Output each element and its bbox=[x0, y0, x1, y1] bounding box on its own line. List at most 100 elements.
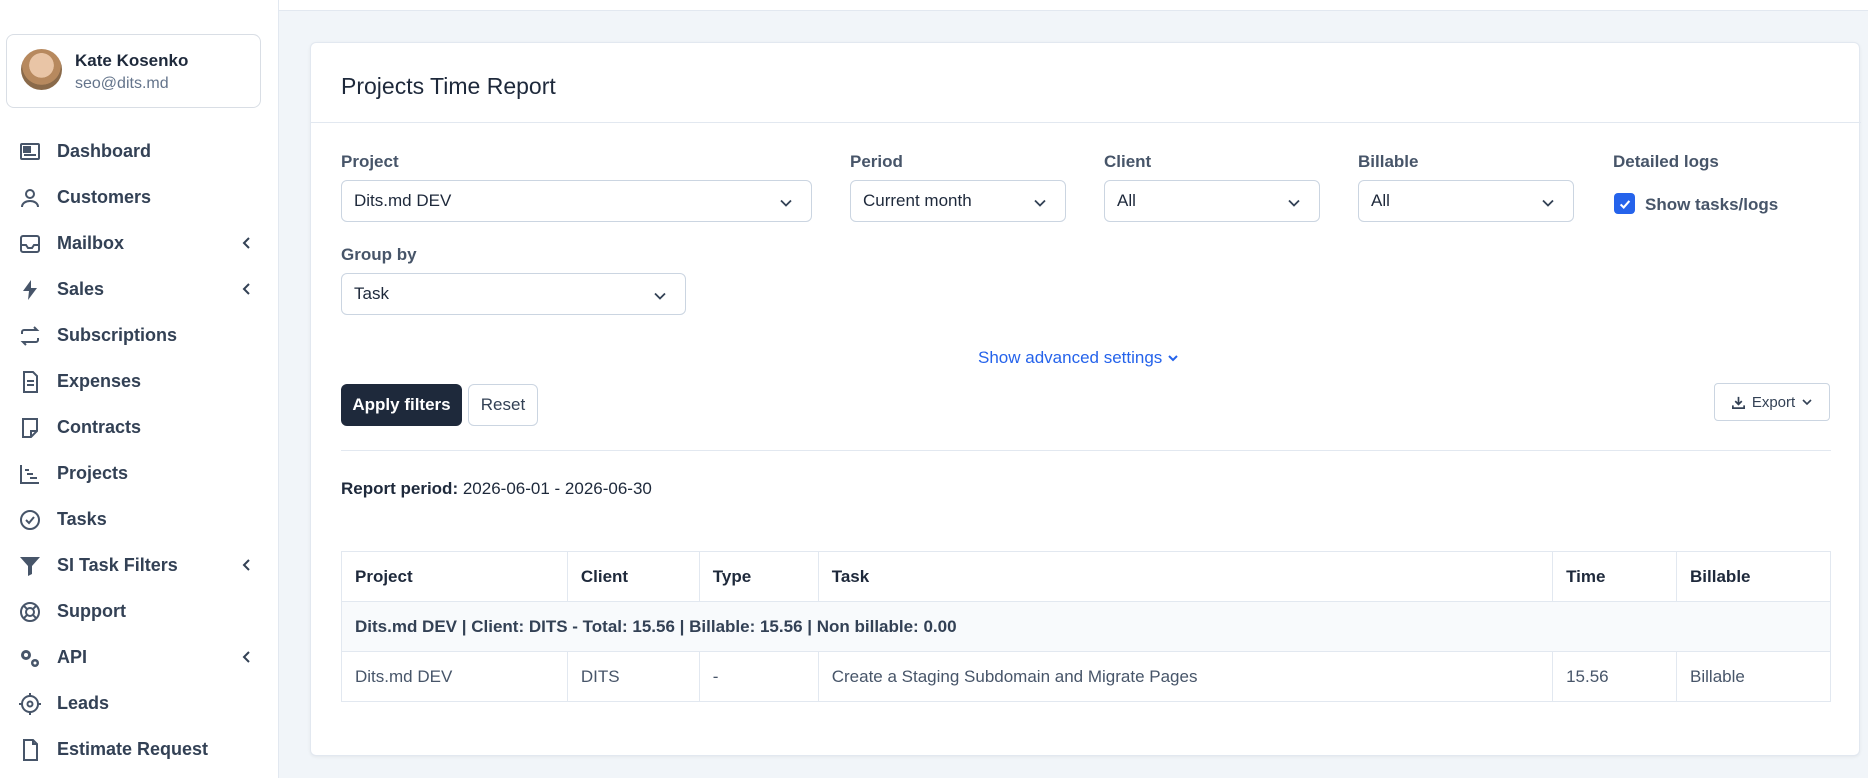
apply-filters-button[interactable]: Apply filters bbox=[341, 384, 462, 426]
table-row: Dits.md DEV DITS - Create a Staging Subd… bbox=[341, 651, 1831, 702]
client-label: Client bbox=[1104, 152, 1152, 171]
document-icon bbox=[18, 370, 42, 394]
project-select-value: Dits.md DEV bbox=[354, 191, 452, 210]
sidebar-item-api[interactable]: API bbox=[0, 634, 279, 680]
report-period-label: Report period: bbox=[341, 479, 459, 498]
chart-steps-icon bbox=[18, 462, 42, 486]
period-select[interactable]: Current month bbox=[850, 180, 1066, 222]
sidebar-item-label: SI Task Filters bbox=[57, 554, 178, 575]
show-advanced-settings-link[interactable]: Show advanced settings bbox=[978, 348, 1179, 368]
divider bbox=[311, 122, 1861, 123]
cell-project: Dits.md DEV bbox=[341, 651, 568, 702]
export-button[interactable]: Export bbox=[1714, 383, 1830, 421]
check-circle-icon bbox=[18, 508, 42, 532]
client-select-value: All bbox=[1117, 191, 1136, 210]
lifebuoy-icon bbox=[18, 600, 42, 624]
column-header-type: Type bbox=[698, 551, 819, 602]
advanced-link-label: Show advanced settings bbox=[978, 348, 1163, 367]
cell-time: 15.56 bbox=[1552, 651, 1678, 702]
sidebar-item-dashboard[interactable]: Dashboard bbox=[0, 128, 279, 174]
column-header-client: Client bbox=[566, 551, 700, 602]
billable-label: Billable bbox=[1358, 152, 1419, 171]
crosshair-icon bbox=[18, 692, 42, 716]
cell-client: DITS bbox=[566, 651, 700, 702]
sidebar-item-si-task-filters[interactable]: SI Task Filters bbox=[0, 542, 279, 588]
sidebar-item-label: Sales bbox=[57, 278, 105, 299]
sidebar-item-contracts[interactable]: Contracts bbox=[0, 404, 279, 450]
show-tasks-logs-checkbox[interactable] bbox=[1614, 193, 1635, 214]
checkmark-icon bbox=[1619, 199, 1630, 209]
file-icon bbox=[18, 738, 42, 762]
chevron-left-icon bbox=[240, 649, 252, 665]
sidebar: Kate Kosenko seo@dits.md Dashboard Custo… bbox=[0, 0, 279, 778]
column-header-task: Task bbox=[817, 551, 1554, 602]
show-tasks-logs-label[interactable]: Show tasks/logs bbox=[1645, 195, 1778, 215]
detailed-logs-label: Detailed logs bbox=[1613, 152, 1719, 171]
gears-icon bbox=[18, 646, 42, 670]
sidebar-item-label: Subscriptions bbox=[57, 324, 178, 345]
sidebar-item-customers[interactable]: Customers bbox=[0, 174, 279, 220]
user-profile-card[interactable]: Kate Kosenko seo@dits.md bbox=[6, 34, 261, 108]
column-header-billable: Billable bbox=[1676, 551, 1831, 602]
group-summary-row: Dits.md DEV | Client: DITS - Total: 15.5… bbox=[341, 601, 1831, 652]
chevron-down-icon bbox=[1287, 195, 1301, 209]
chevron-down-icon bbox=[1802, 399, 1812, 406]
report-period-value: 2026-06-01 - 2026-06-30 bbox=[462, 479, 652, 498]
dashboard-icon bbox=[18, 140, 42, 164]
sidebar-item-mailbox[interactable]: Mailbox bbox=[0, 220, 279, 266]
chevron-down-icon bbox=[653, 288, 667, 302]
contract-icon bbox=[18, 416, 42, 440]
chevron-left-icon bbox=[240, 557, 252, 573]
chevron-left-icon bbox=[240, 281, 252, 297]
sidebar-item-label: Tasks bbox=[57, 508, 107, 529]
repeat-icon bbox=[18, 324, 42, 348]
group-summary-text: Dits.md DEV | Client: DITS - Total: 15.5… bbox=[341, 601, 1831, 652]
sidebar-item-label: Dashboard bbox=[57, 140, 152, 161]
download-icon bbox=[1731, 396, 1745, 409]
chevron-down-icon bbox=[779, 195, 793, 209]
client-select[interactable]: All bbox=[1104, 180, 1320, 222]
sidebar-item-projects[interactable]: Projects bbox=[0, 450, 279, 496]
chevron-down-icon bbox=[1033, 195, 1047, 209]
sidebar-item-label: Contracts bbox=[57, 416, 142, 437]
sidebar-item-leads[interactable]: Leads bbox=[0, 680, 279, 726]
filter-icon bbox=[18, 554, 42, 578]
period-select-value: Current month bbox=[863, 191, 972, 210]
avatar[interactable] bbox=[21, 49, 62, 90]
cell-billable: Billable bbox=[1676, 651, 1831, 702]
chevron-left-icon bbox=[240, 235, 252, 251]
sidebar-item-label: Estimate Request bbox=[57, 738, 209, 759]
bolt-icon bbox=[18, 278, 42, 302]
billable-select[interactable]: All bbox=[1358, 180, 1574, 222]
cell-type: - bbox=[698, 651, 819, 702]
column-header-time: Time bbox=[1552, 551, 1678, 602]
sidebar-menu: Dashboard Customers Mailbox Sales Subscr… bbox=[0, 128, 279, 772]
page-title: Projects Time Report bbox=[341, 73, 556, 99]
chevron-down-icon bbox=[1541, 195, 1555, 209]
sidebar-item-expenses[interactable]: Expenses bbox=[0, 358, 279, 404]
group-by-select[interactable]: Task bbox=[341, 273, 686, 315]
reset-button[interactable]: Reset bbox=[468, 384, 538, 426]
top-bar bbox=[0, 0, 1868, 11]
table-header-row: Project Client Type Task Time Billable bbox=[341, 551, 1831, 602]
cell-task: Create a Staging Subdomain and Migrate P… bbox=[817, 651, 1554, 702]
sidebar-item-subscriptions[interactable]: Subscriptions bbox=[0, 312, 279, 358]
project-label: Project bbox=[341, 152, 399, 171]
report-card: Projects Time Report Project Dits.md DEV… bbox=[310, 42, 1861, 756]
user-name: Kate Kosenko bbox=[75, 51, 189, 70]
sidebar-item-label: Projects bbox=[57, 462, 129, 483]
report-table: Project Client Type Task Time Billable D… bbox=[341, 551, 1831, 702]
sidebar-item-estimate-request[interactable]: Estimate Request bbox=[0, 726, 279, 772]
project-select[interactable]: Dits.md DEV bbox=[341, 180, 812, 222]
sidebar-item-label: Mailbox bbox=[57, 232, 125, 253]
period-label: Period bbox=[850, 152, 903, 171]
sidebar-item-support[interactable]: Support bbox=[0, 588, 279, 634]
chevron-down-icon bbox=[1168, 355, 1179, 362]
user-email: seo@dits.md bbox=[75, 75, 169, 92]
sidebar-item-label: Support bbox=[57, 600, 126, 621]
group-by-select-value: Task bbox=[354, 284, 389, 303]
sidebar-item-sales[interactable]: Sales bbox=[0, 266, 279, 312]
column-header-project: Project bbox=[341, 551, 568, 602]
report-period: Report period: 2026-06-01 - 2026-06-30 bbox=[341, 479, 652, 499]
sidebar-item-tasks[interactable]: Tasks bbox=[0, 496, 279, 542]
